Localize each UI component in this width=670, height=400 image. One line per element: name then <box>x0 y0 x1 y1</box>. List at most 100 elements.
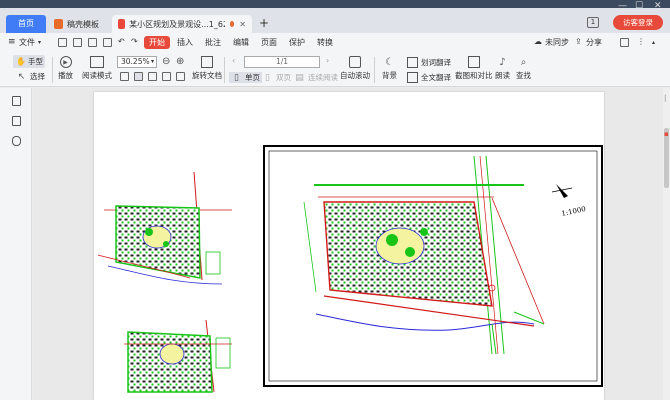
maximize-icon[interactable]: ☐ <box>635 1 643 11</box>
screenshot-label: 截图和对比 <box>455 71 493 80</box>
auto-scroll-label: 自动滚动 <box>340 71 370 80</box>
select-tool-label: 选择 <box>30 72 45 81</box>
undo-icon[interactable]: ↶ <box>118 37 125 46</box>
rotate-document-icon <box>201 56 213 68</box>
window-count-badge[interactable]: 1 <box>587 17 599 28</box>
tab-home[interactable]: 首页 <box>6 15 46 33</box>
screenshot-icon <box>467 56 480 68</box>
find-button[interactable]: ⌕ 查找 <box>516 56 531 81</box>
login-button[interactable]: 访客登录 <box>613 15 663 30</box>
menu-protect[interactable]: 保护 <box>289 37 305 48</box>
toolbar-divider <box>374 57 375 83</box>
zoom-dropdown-icon[interactable]: ▾ <box>151 58 154 65</box>
export-icon[interactable] <box>103 38 112 47</box>
fit-page-icon[interactable] <box>120 72 129 81</box>
site-plan-thumbnail-bottom <box>124 319 232 393</box>
comment-icon[interactable] <box>620 38 629 47</box>
minimize-icon[interactable]: — <box>618 1 627 11</box>
site-plan-thumbnail-top <box>97 171 232 285</box>
actual-size-icon[interactable] <box>148 72 157 81</box>
word-translate-button[interactable]: 划词翻译 <box>407 57 451 68</box>
first-page-icon[interactable]: ‹ <box>232 56 235 65</box>
full-translate-icon <box>407 72 418 83</box>
thumbnail-icon[interactable] <box>12 116 21 126</box>
full-translate-label: 全文翻译 <box>421 73 451 82</box>
menu-insert[interactable]: 插入 <box>177 37 193 48</box>
menu-start[interactable]: 开始 <box>144 36 170 49</box>
annotation-icon[interactable] <box>12 136 21 146</box>
cloud-icon[interactable]: ☁ <box>534 37 542 46</box>
zoom-in-icon[interactable]: ⊕ <box>176 56 184 67</box>
share-button[interactable]: 分享 <box>586 37 602 48</box>
redo-icon[interactable]: ↷ <box>131 37 138 46</box>
rotate-right-icon[interactable] <box>176 72 185 81</box>
background-button[interactable]: ☾ 背景 <box>382 56 397 81</box>
title-strip <box>0 0 670 8</box>
site-plan-main <box>303 155 545 355</box>
find-label: 查找 <box>516 71 531 80</box>
toolbar-divider <box>224 57 225 83</box>
rotate-left-icon[interactable] <box>162 72 171 81</box>
single-page-icon: ▯ <box>234 72 239 83</box>
double-page-button[interactable]: ▯ 双页 <box>262 72 291 83</box>
rotate-document-button[interactable]: 旋转文档 <box>192 56 222 81</box>
background-label: 背景 <box>382 71 397 80</box>
continuous-icon: ▤ <box>295 72 304 83</box>
search-icon: ⌕ <box>520 56 527 68</box>
new-tab-button[interactable]: + <box>259 16 269 30</box>
single-page-label: 单页 <box>245 73 260 82</box>
tab-document[interactable]: 某小区规划及景观设...1_620.pdf ✕ <box>112 15 252 33</box>
word-translate-icon <box>407 57 418 68</box>
single-page-button[interactable]: ▯ 单页 <box>229 72 262 83</box>
microphone-icon: ♪ <box>499 56 506 68</box>
menu-convert[interactable]: 转换 <box>317 37 333 48</box>
sync-status[interactable]: 未同步 <box>545 37 569 48</box>
menu-edit[interactable]: 编辑 <box>233 37 249 48</box>
share-icon[interactable]: ⇪ <box>575 37 582 46</box>
screenshot-button[interactable]: 截图和对比 <box>455 56 493 81</box>
hand-tool-label: 手型 <box>27 57 43 66</box>
hand-tool-button[interactable]: ✋ 手型 <box>13 55 45 68</box>
more-icon[interactable]: ⋮ <box>637 37 645 46</box>
auto-scroll-button[interactable]: 自动滚动 <box>340 56 370 81</box>
menu-annotate[interactable]: 批注 <box>205 37 221 48</box>
play-label: 播放 <box>58 71 73 80</box>
zoom-out-icon[interactable]: ⊖ <box>162 56 170 67</box>
full-translate-button[interactable]: 全文翻译 <box>407 72 451 83</box>
chevron-down-icon[interactable]: ▾ <box>38 39 41 46</box>
page-number-input[interactable]: 1/1 <box>244 56 320 68</box>
toolbar-divider <box>52 57 53 83</box>
play-icon: ▶ <box>59 56 72 68</box>
collapse-ribbon-icon[interactable]: ▴ <box>652 39 655 46</box>
hamburger-icon[interactable]: ≡ <box>8 37 16 47</box>
menu-page[interactable]: 页面 <box>261 37 277 48</box>
side-panel-glyph: | <box>664 94 667 102</box>
pdf-page[interactable]: 1:1000 <box>94 92 604 400</box>
select-tool-button[interactable]: ↖ 选择 <box>16 71 45 82</box>
continuous-read-button[interactable]: ▤ 连续阅读 <box>294 72 338 83</box>
double-page-label: 双页 <box>276 73 291 82</box>
menu-file[interactable]: 文件 <box>19 37 35 48</box>
bookmark-icon[interactable] <box>12 96 21 106</box>
page-total: /1 <box>280 57 289 66</box>
ribbon-toolbar: ✋ 手型 ↖ 选择 ▶ 播放 阅读模式 30.25% ▾ ⊖ ⊕ 旋转文档 ‹ … <box>0 53 670 87</box>
tab-bar: 首页 稿壳模板 某小区规划及景观设...1_620.pdf ✕ + — ☐ ✕ … <box>0 0 670 33</box>
drawing-scale-label: 1:1000 <box>561 205 587 218</box>
moon-icon: ☾ <box>385 56 394 68</box>
print-icon[interactable] <box>88 38 97 47</box>
tab-template[interactable]: 稿壳模板 <box>48 15 105 33</box>
hand-icon: ✋ <box>16 57 26 66</box>
read-mode-button[interactable]: 阅读模式 <box>82 56 112 81</box>
next-page-icon[interactable]: › <box>326 56 329 65</box>
word-translate-label: 划词翻译 <box>421 58 451 67</box>
fit-width-icon[interactable] <box>134 72 143 81</box>
close-window-icon[interactable]: ✕ <box>654 1 662 11</box>
save-icon[interactable] <box>73 38 82 47</box>
play-button[interactable]: ▶ 播放 <box>58 56 73 81</box>
close-tab-icon[interactable]: ✕ <box>239 20 246 29</box>
read-aloud-label: 朗读 <box>495 71 510 80</box>
cad-drawing: 1:1000 <box>97 145 603 393</box>
open-folder-icon[interactable] <box>58 38 67 47</box>
book-icon <box>90 56 104 68</box>
read-aloud-button[interactable]: ♪ 朗读 <box>495 56 510 81</box>
